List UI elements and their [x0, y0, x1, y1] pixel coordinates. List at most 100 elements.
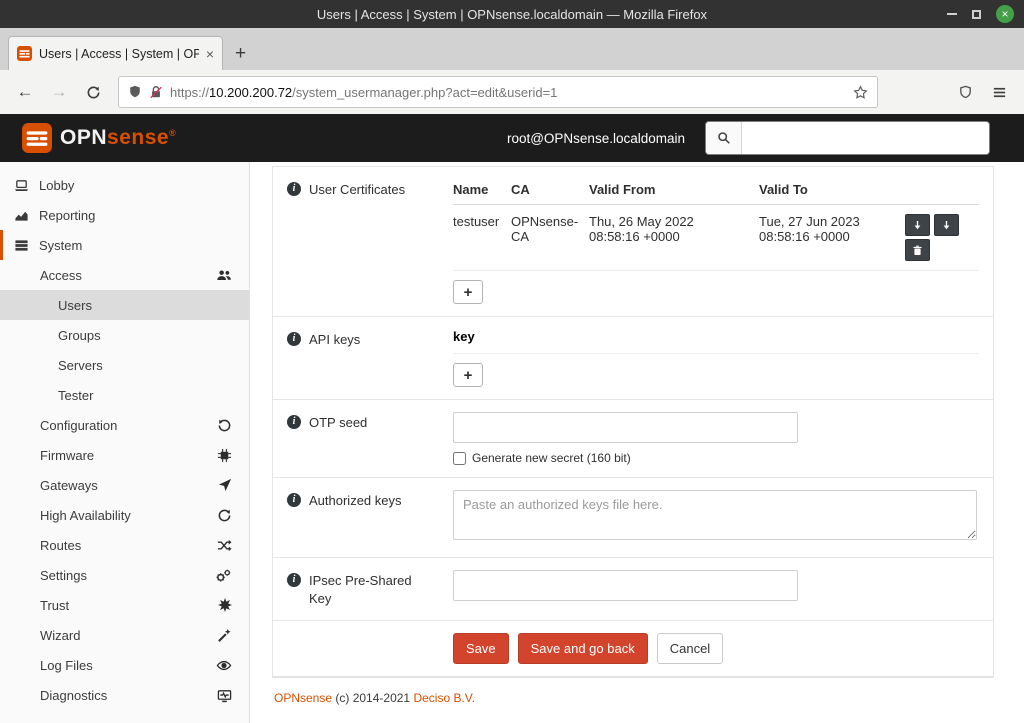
firmware-icon: [217, 448, 232, 463]
column-header-valid-from: Valid From: [589, 179, 759, 205]
download-key-button[interactable]: [934, 214, 959, 236]
certificate-valid-from: Thu, 26 May 2022 08:58:16 +0000: [589, 205, 759, 271]
opnsense-header: OPNsense® root@OPNsense.localdomain: [0, 114, 1024, 162]
user-certificates-table: Name CA Valid From Valid To testuser: [453, 179, 979, 271]
sidebar-item-reporting[interactable]: Reporting: [0, 200, 249, 230]
cancel-button[interactable]: Cancel: [657, 633, 723, 664]
history-icon: [217, 418, 232, 433]
back-button[interactable]: ←: [10, 77, 40, 107]
info-icon[interactable]: i: [287, 573, 301, 587]
field-label: i IPsec Pre-Shared Key: [287, 570, 449, 608]
browser-tab[interactable]: Users | Access | System | OP ×: [8, 36, 223, 70]
sidebar-item-users[interactable]: Users: [0, 290, 249, 320]
lobby-icon: [14, 178, 31, 193]
sidebar-item-firmware[interactable]: Firmware: [0, 440, 249, 470]
browser-tab-bar: Users | Access | System | OP × +: [0, 28, 1024, 70]
info-icon[interactable]: i: [287, 182, 301, 196]
sidebar-item-trust[interactable]: Trust: [0, 590, 249, 620]
hamburger-menu-icon[interactable]: [984, 77, 1014, 107]
deciso-link[interactable]: Deciso B.V.: [413, 691, 475, 705]
delete-certificate-button[interactable]: [905, 239, 930, 261]
sidebar-item-diagnostics[interactable]: Diagnostics: [0, 680, 249, 710]
certificate-seal-icon: [218, 598, 232, 612]
opnsense-favicon-icon: [17, 46, 32, 61]
sidebar-item-settings[interactable]: Settings: [0, 560, 249, 590]
search-icon: [706, 122, 742, 154]
opnsense-link[interactable]: OPNsense: [274, 691, 332, 705]
url-path: /system_usermanager.php?act=edit&userid=…: [292, 85, 557, 100]
logo-wordmark: OPNsense®: [60, 126, 176, 150]
firefox-window: Users | Access | System | OPNsense.local…: [0, 0, 1024, 723]
sidebar-item-lobby[interactable]: Lobby: [0, 170, 249, 200]
global-search-input[interactable]: [742, 122, 989, 154]
browser-navbar: ← → https://10.200.200.72/system_userman…: [0, 70, 1024, 114]
sidebar-item-gateways[interactable]: Gateways: [0, 470, 249, 500]
reload-icon: [86, 85, 101, 100]
tracking-protection-shield-icon[interactable]: [128, 85, 142, 99]
column-header-name: Name: [453, 179, 511, 205]
certificate-row: testuser OPNsense-CA Thu, 26 May 2022 08…: [453, 205, 979, 271]
save-and-go-back-button[interactable]: Save and go back: [518, 633, 648, 664]
page-footer: OPNsense (c) 2014-2021 Deciso B.V.: [272, 677, 994, 723]
shuffle-icon: [217, 538, 232, 553]
form-row-ipsec-psk: i IPsec Pre-Shared Key: [273, 558, 993, 621]
sidebar-item-groups[interactable]: Groups: [0, 320, 249, 350]
field-label: i Authorized keys: [287, 490, 449, 545]
info-icon[interactable]: i: [287, 493, 301, 507]
forward-button[interactable]: →: [44, 77, 74, 107]
reload-button[interactable]: [78, 77, 108, 107]
api-key-column-header: key: [453, 329, 979, 354]
info-icon[interactable]: i: [287, 415, 301, 429]
url-protocol: https://: [170, 85, 209, 100]
ipsec-psk-input[interactable]: [453, 570, 798, 601]
sidebar-item-routes[interactable]: Routes: [0, 530, 249, 560]
sidebar-item-tester[interactable]: Tester: [0, 380, 249, 410]
sidebar-item-access[interactable]: Access: [0, 260, 249, 290]
copyright-text: (c) 2014-2021: [335, 691, 410, 705]
opnsense-logo[interactable]: OPNsense®: [22, 123, 176, 153]
user-edit-form-panel: i User Certificates Name CA Valid From V…: [272, 166, 994, 677]
window-close-button[interactable]: ×: [996, 5, 1014, 23]
column-header-valid-to: Valid To: [759, 179, 905, 205]
insecure-lock-icon[interactable]: [149, 85, 163, 99]
sidebar-item-log-files[interactable]: Log Files: [0, 650, 249, 680]
window-title: Users | Access | System | OPNsense.local…: [0, 7, 1024, 22]
sidebar-item-configuration[interactable]: Configuration: [0, 410, 249, 440]
generate-secret-option: Generate new secret (160 bit): [453, 451, 979, 465]
generate-secret-checkbox[interactable]: [453, 452, 466, 465]
extension-shield-icon[interactable]: [950, 77, 980, 107]
users-group-icon: [216, 268, 232, 283]
opnsense-logo-icon: [22, 123, 52, 153]
window-maximize-button[interactable]: [972, 10, 981, 19]
authorized-keys-textarea[interactable]: [453, 490, 977, 540]
page-body: Lobby Reporting System Access Users Grou…: [0, 162, 1024, 723]
sidebar-item-wizard[interactable]: Wizard: [0, 620, 249, 650]
download-certificate-button[interactable]: [905, 214, 930, 236]
new-tab-button[interactable]: +: [235, 44, 246, 63]
global-search: [705, 121, 990, 155]
url-host: 10.200.200.72: [209, 85, 292, 100]
sidebar-item-high-availability[interactable]: High Availability: [0, 500, 249, 530]
url-bar[interactable]: https://10.200.200.72/system_usermanager…: [118, 76, 878, 108]
tab-close-icon[interactable]: ×: [206, 47, 214, 61]
system-icon: [14, 238, 31, 253]
info-icon[interactable]: i: [287, 332, 301, 346]
refresh-icon: [217, 508, 232, 523]
save-button[interactable]: Save: [453, 633, 509, 664]
url-text: https://10.200.200.72/system_usermanager…: [170, 85, 846, 100]
field-label: i User Certificates: [287, 179, 449, 304]
otp-seed-input[interactable]: [453, 412, 798, 443]
sidebar-item-servers[interactable]: Servers: [0, 350, 249, 380]
form-row-authorized-keys: i Authorized keys: [273, 478, 993, 558]
certificate-valid-to: Tue, 27 Jun 2023 08:58:16 +0000: [759, 205, 905, 271]
eye-icon: [216, 658, 232, 673]
window-controls: ×: [947, 0, 1014, 28]
magic-wand-icon: [217, 628, 232, 643]
add-api-key-button[interactable]: +: [453, 363, 483, 387]
window-minimize-button[interactable]: [947, 13, 957, 15]
sidebar-item-system[interactable]: System: [0, 230, 249, 260]
form-row-buttons: Save Save and go back Cancel: [273, 621, 993, 676]
bookmark-star-icon[interactable]: [853, 85, 868, 100]
logged-in-account: root@OPNsense.localdomain: [507, 131, 685, 146]
add-certificate-button[interactable]: +: [453, 280, 483, 304]
